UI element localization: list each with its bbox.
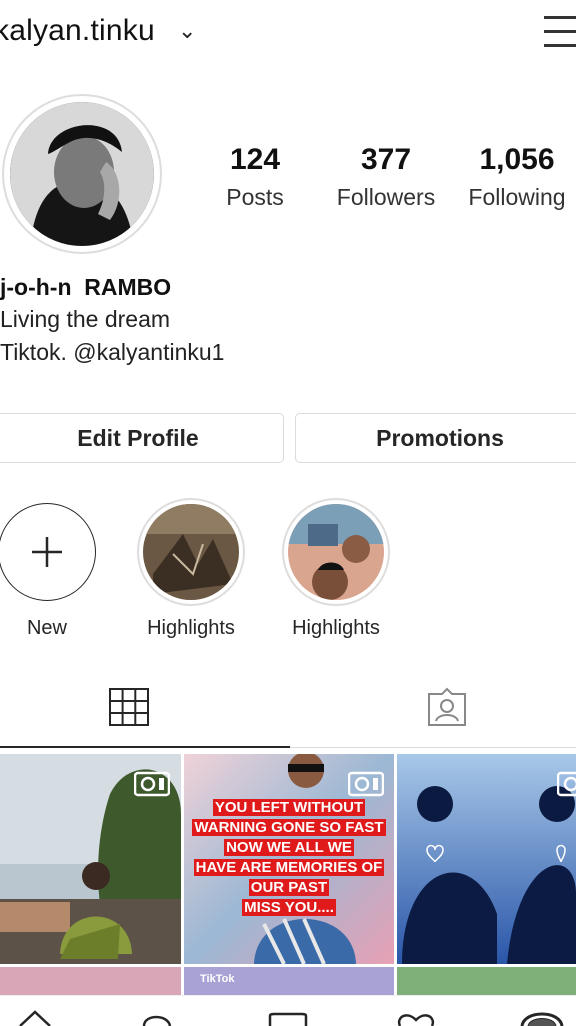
followers-count[interactable]: 377 bbox=[336, 143, 436, 177]
new-highlight-button[interactable] bbox=[0, 503, 96, 601]
tiktok-watermark: TikTok bbox=[200, 973, 235, 985]
active-tab-indicator bbox=[0, 746, 290, 748]
tagged-icon[interactable] bbox=[426, 686, 468, 728]
edit-profile-button[interactable]: Edit Profile bbox=[0, 413, 284, 463]
highlight-label-1: Highlights bbox=[147, 617, 235, 639]
overlay-line: OUR PAST bbox=[248, 879, 330, 896]
grid-icon[interactable] bbox=[109, 688, 149, 726]
overlay-line: WARNING GONE SO FAST bbox=[192, 819, 386, 836]
highlight-1-image[interactable] bbox=[143, 504, 239, 600]
overlay-line: YOU LEFT WITHOUT bbox=[212, 799, 366, 816]
followers-label[interactable]: Followers bbox=[326, 184, 446, 211]
avatar[interactable] bbox=[10, 102, 154, 246]
profile-header: kalyan.tinku ⌄ bbox=[0, 0, 576, 70]
post-overlay-text: YOU LEFT WITHOUT WARNING GONE SO FAST NO… bbox=[184, 798, 394, 918]
following-label[interactable]: Following bbox=[460, 184, 574, 211]
posts-count[interactable]: 124 bbox=[212, 143, 298, 177]
video-icon bbox=[348, 771, 384, 797]
username[interactable]: kalyan.tinku bbox=[0, 14, 155, 48]
post-thumbnail[interactable]: TikTok bbox=[184, 967, 394, 997]
highlight-2-image[interactable] bbox=[288, 504, 384, 600]
post-thumbnail[interactable] bbox=[0, 967, 181, 997]
highlight-label-2: Highlights bbox=[292, 617, 380, 639]
chevron-down-icon[interactable]: ⌄ bbox=[178, 18, 196, 44]
post-thumbnail[interactable] bbox=[0, 754, 181, 964]
following-count[interactable]: 1,056 bbox=[464, 143, 570, 177]
plus-icon bbox=[32, 537, 62, 567]
post-thumbnail[interactable] bbox=[397, 967, 576, 997]
video-icon bbox=[557, 771, 576, 797]
overlay-line: HAVE ARE MEMORIES OF bbox=[193, 859, 385, 876]
post-thumbnail[interactable]: YOU LEFT WITHOUT WARNING GONE SO FAST NO… bbox=[184, 754, 394, 964]
profile-name: j-o-h-n RAMBO bbox=[0, 274, 172, 300]
posts-label[interactable]: Posts bbox=[205, 184, 305, 211]
bio-text: Living the dream bbox=[0, 306, 171, 332]
video-icon bbox=[134, 771, 170, 797]
menu-icon[interactable] bbox=[540, 14, 576, 48]
overlay-line: NOW WE ALL WE bbox=[224, 839, 354, 856]
bio-link[interactable]: Tiktok. @kalyantinku1 bbox=[0, 339, 224, 366]
highlight-label-new: New bbox=[26, 617, 67, 639]
promotions-button[interactable]: Promotions bbox=[295, 413, 576, 463]
post-thumbnail[interactable] bbox=[397, 754, 576, 964]
bottom-nav bbox=[0, 995, 576, 1026]
overlay-line: MISS YOU.... bbox=[242, 899, 336, 916]
